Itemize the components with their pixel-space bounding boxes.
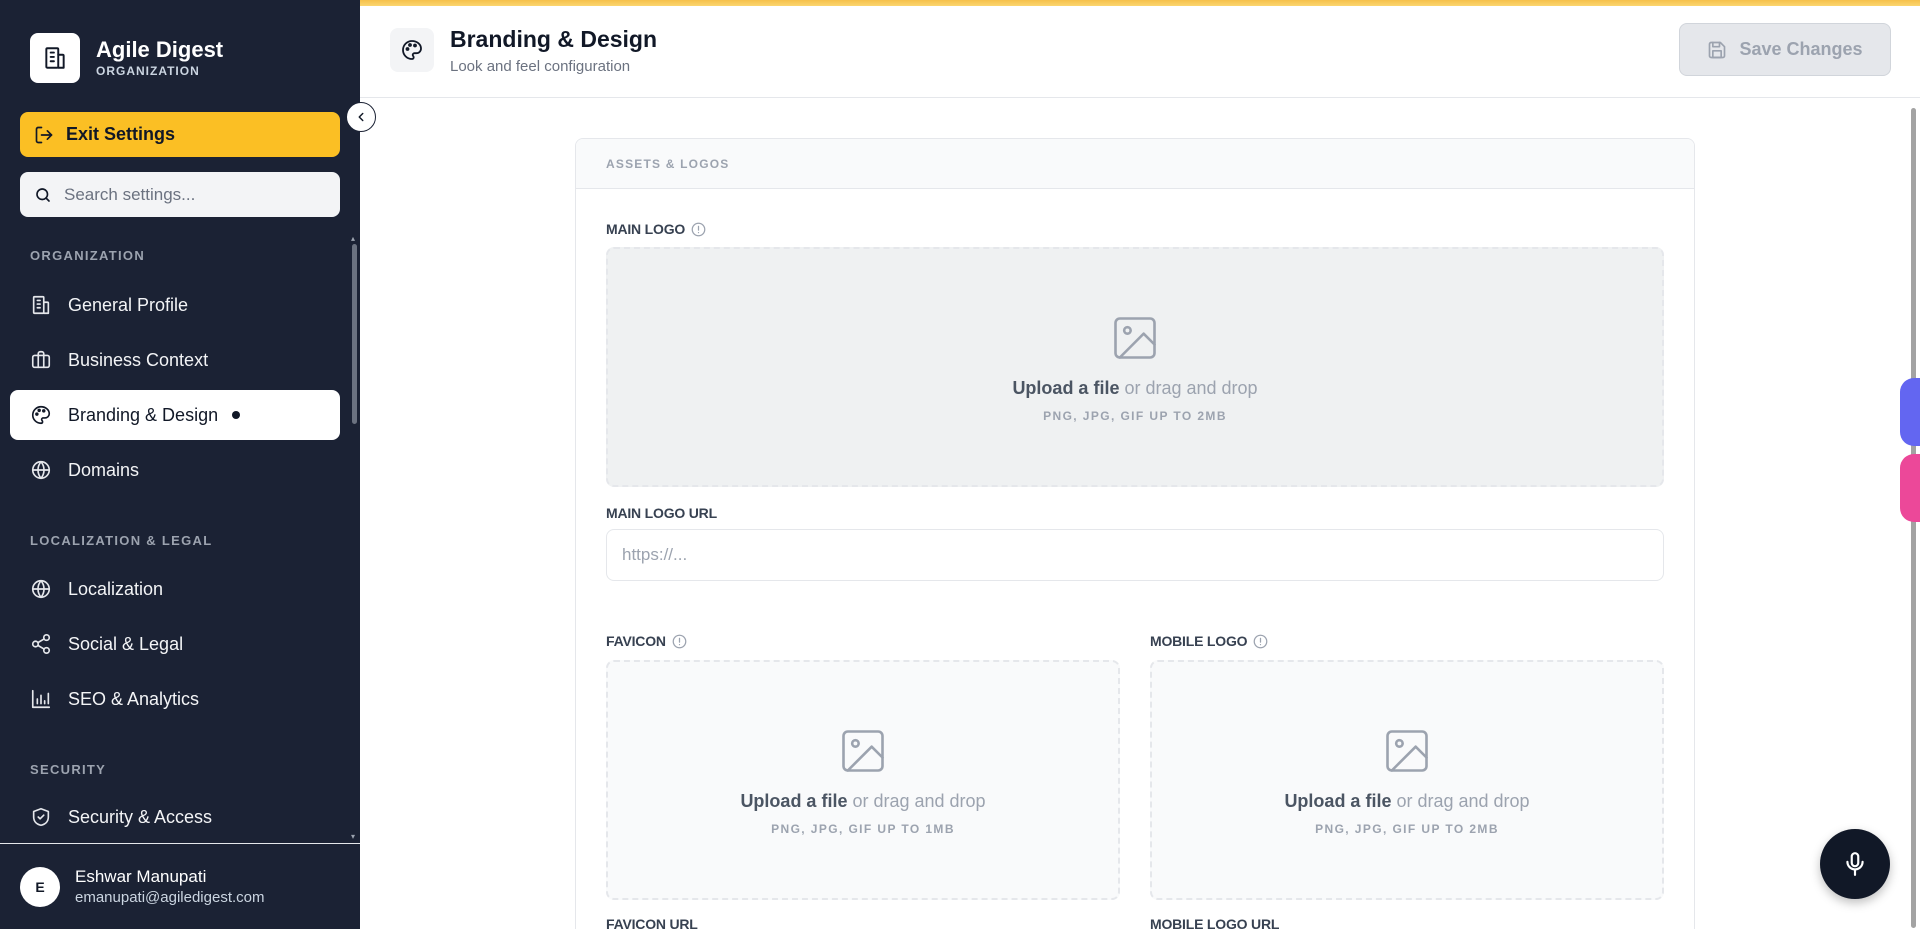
sidebar-scroll-down[interactable]: ▾ <box>351 832 355 841</box>
floating-tab-purple[interactable] <box>1900 378 1920 446</box>
mobile-logo-url-label: MOBILE LOGO URL <box>1150 916 1279 929</box>
favicon-label-text: FAVICON <box>606 633 666 649</box>
sidebar-item-security-access[interactable]: Security & Access <box>10 792 340 842</box>
main-logo-label: MAIN LOGO <box>606 221 706 237</box>
page-header: Branding & Design Look and feel configur… <box>360 6 1920 98</box>
upload-instruction: Upload a file or drag and drop <box>1012 378 1257 399</box>
info-icon[interactable] <box>691 222 706 237</box>
mobile-logo-label: MOBILE LOGO <box>1150 633 1268 649</box>
share-icon <box>31 634 51 654</box>
sidebar-item-social-legal[interactable]: Social & Legal <box>10 619 340 669</box>
sidebar-item-label: Localization <box>68 578 164 599</box>
user-email: emanupati@agiledigest.com <box>75 888 265 906</box>
main-logo-url-input[interactable] <box>606 529 1664 581</box>
sidebar-scroll-up[interactable]: ▴ <box>351 234 355 243</box>
image-icon <box>842 729 884 772</box>
upload-link[interactable]: Upload a file <box>1012 378 1119 398</box>
exit-icon <box>35 126 53 143</box>
section-title-localization-legal: LOCALIZATION & LEGAL <box>30 533 213 548</box>
building-icon <box>30 33 80 83</box>
upload-hint: PNG, JPG, GIF UP TO 2MB <box>1315 821 1499 836</box>
brand: Agile Digest ORGANIZATION <box>30 33 223 83</box>
building-icon <box>32 295 50 315</box>
mobile-logo-url-label-text: MOBILE LOGO URL <box>1150 916 1280 929</box>
user-profile[interactable]: E Eshwar Manupati emanupati@agiledigest.… <box>0 843 360 929</box>
section-title-organization: ORGANIZATION <box>30 248 146 263</box>
save-changes-button[interactable]: Save Changes <box>1679 23 1891 76</box>
floating-tab-pink[interactable] <box>1900 454 1920 522</box>
main-logo-url-label-text: MAIN LOGO URL <box>606 505 717 521</box>
brand-subtitle: ORGANIZATION <box>96 64 200 78</box>
palette-icon <box>32 405 51 425</box>
sidebar-item-label: Domains <box>68 459 140 480</box>
page-subtitle: Look and feel configuration <box>450 58 631 75</box>
brand-name: Agile Digest <box>96 37 224 62</box>
sidebar-item-general-profile[interactable]: General Profile <box>10 280 340 330</box>
exit-settings-label: Exit Settings <box>66 124 176 144</box>
briefcase-icon <box>31 350 51 369</box>
microphone-icon <box>1846 852 1864 876</box>
main-logo-dropzone[interactable]: Upload a file or drag and drop PNG, JPG,… <box>606 247 1664 487</box>
sidebar-item-branding-design[interactable]: Branding & Design <box>10 390 340 440</box>
favicon-url-label-text: FAVICON URL <box>606 916 698 929</box>
image-icon <box>1114 316 1156 359</box>
exit-settings-button[interactable]: Exit Settings <box>20 112 340 157</box>
bar-chart-icon <box>31 689 51 709</box>
globe-icon <box>31 460 51 480</box>
upload-rest-text: or drag and drop <box>1119 377 1258 398</box>
globe-icon <box>31 579 51 599</box>
collapse-sidebar-button[interactable] <box>346 102 376 132</box>
upload-hint: PNG, JPG, GIF UP TO 1MB <box>771 821 955 836</box>
sidebar-item-label: Business Context <box>68 349 209 370</box>
chevron-left-icon <box>358 112 364 122</box>
save-icon <box>1709 41 1726 58</box>
shield-icon <box>32 807 50 827</box>
upload-hint: PNG, JPG, GIF UP TO 2MB <box>1043 408 1227 423</box>
upload-link[interactable]: Upload a file <box>1284 791 1391 811</box>
save-changes-label: Save Changes <box>1739 39 1863 59</box>
main-logo-url-label: MAIN LOGO URL <box>606 505 717 521</box>
card-section-title: ASSETS & LOGOS <box>576 139 1694 189</box>
search-input[interactable] <box>64 184 324 205</box>
sidebar: Agile Digest ORGANIZATION Exit Settings … <box>0 0 360 929</box>
upload-instruction: Upload a file or drag and drop <box>740 791 985 812</box>
section-title-security: SECURITY <box>30 762 107 777</box>
upload-instruction: Upload a file or drag and drop <box>1284 791 1529 812</box>
sidebar-item-label: Branding & Design <box>68 404 219 425</box>
avatar: E <box>20 866 60 907</box>
sidebar-item-label: Security & Access <box>68 806 213 827</box>
sidebar-item-label: SEO & Analytics <box>68 688 200 709</box>
search-icon <box>36 187 50 202</box>
favicon-label: FAVICON <box>606 633 687 649</box>
sidebar-item-label: Social & Legal <box>68 633 184 654</box>
user-name: Eshwar Manupati <box>75 866 207 886</box>
main-logo-label-text: MAIN LOGO <box>606 221 686 237</box>
sidebar-item-domains[interactable]: Domains <box>10 445 340 495</box>
upload-rest-text: or drag and drop <box>1391 790 1530 811</box>
upload-link[interactable]: Upload a file <box>740 791 847 811</box>
image-icon <box>1386 729 1428 772</box>
info-icon[interactable] <box>1253 634 1268 649</box>
sidebar-item-seo-analytics[interactable]: SEO & Analytics <box>10 674 340 724</box>
sidebar-scrollbar[interactable] <box>352 244 357 424</box>
search-box <box>20 172 340 217</box>
assets-logos-card: ASSETS & LOGOS MAIN LOGO Upload a file o… <box>575 138 1695 929</box>
upload-rest-text: or drag and drop <box>847 790 986 811</box>
favicon-dropzone[interactable]: Upload a file or drag and drop PNG, JPG,… <box>606 660 1120 900</box>
sidebar-item-localization[interactable]: Localization <box>10 564 340 614</box>
voice-input-button[interactable] <box>1820 829 1890 899</box>
mobile-logo-dropzone[interactable]: Upload a file or drag and drop PNG, JPG,… <box>1150 660 1664 900</box>
unsaved-dot <box>232 411 241 419</box>
sidebar-item-business-context[interactable]: Business Context <box>10 335 340 385</box>
palette-icon <box>390 28 434 72</box>
page-title: Branding & Design <box>450 26 658 52</box>
mobile-logo-label-text: MOBILE LOGO <box>1150 633 1248 649</box>
info-icon[interactable] <box>672 634 687 649</box>
sidebar-item-label: General Profile <box>68 294 189 315</box>
favicon-url-label: FAVICON URL <box>606 916 698 929</box>
